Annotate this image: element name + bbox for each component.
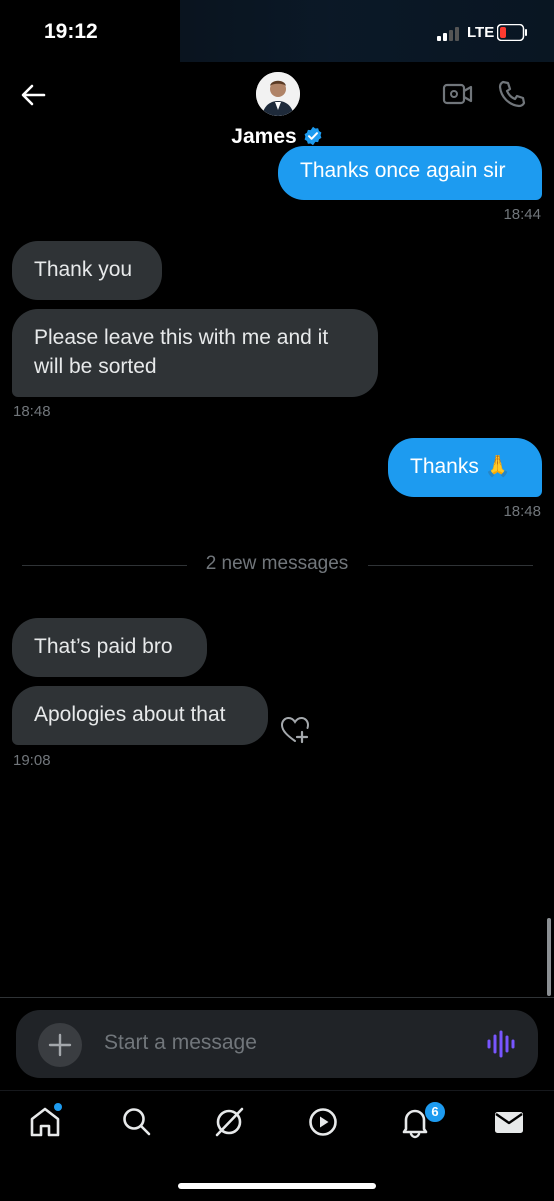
network-type: LTE xyxy=(467,24,495,41)
video-camera-icon[interactable] xyxy=(442,80,474,108)
video-play-icon[interactable] xyxy=(306,1105,340,1139)
phone-icon[interactable] xyxy=(496,78,528,110)
heart-plus-icon[interactable] xyxy=(280,716,310,744)
avatar[interactable] xyxy=(256,72,300,116)
message-bubble-incoming[interactable]: That’s paid bro xyxy=(12,618,207,677)
home-indicator[interactable] xyxy=(178,1183,376,1189)
audio-wave-icon[interactable] xyxy=(486,1030,516,1058)
search-icon[interactable] xyxy=(120,1105,154,1139)
new-messages-divider: 2 new messages xyxy=(205,553,349,574)
message-timestamp: 18:48 xyxy=(13,403,51,420)
scrollbar[interactable] xyxy=(547,918,551,996)
avatar-portrait-icon xyxy=(256,72,300,116)
battery-low-icon xyxy=(497,24,527,41)
plus-icon xyxy=(48,1033,72,1057)
status-bar: 19:12 LTE xyxy=(0,0,554,62)
composer-divider xyxy=(0,997,554,998)
message-timestamp: 18:48 xyxy=(503,503,541,520)
signal-strength-icon xyxy=(437,27,459,41)
add-media-button[interactable] xyxy=(38,1023,82,1067)
status-time: 19:12 xyxy=(44,20,98,43)
message-bubble-outgoing[interactable]: Thanks 🙏 xyxy=(388,438,542,497)
message-timestamp: 18:44 xyxy=(503,206,541,223)
message-bubble-incoming[interactable]: Thank you xyxy=(12,241,162,300)
grok-icon[interactable] xyxy=(212,1105,246,1139)
message-bubble-outgoing[interactable]: Thanks once again sir xyxy=(278,146,542,200)
contact-name: James xyxy=(231,125,297,148)
message-composer: Start a message xyxy=(16,1010,538,1078)
messages-envelope-icon[interactable] xyxy=(492,1105,526,1139)
back-arrow-icon[interactable] xyxy=(18,80,48,110)
message-timestamp: 19:08 xyxy=(13,752,51,769)
message-input[interactable]: Start a message xyxy=(104,1031,257,1055)
message-bubble-incoming[interactable]: Please leave this with me and it will be… xyxy=(12,309,378,397)
notifications-badge: 6 xyxy=(424,1101,446,1123)
home-unread-dot xyxy=(54,1103,62,1111)
verified-badge-icon xyxy=(304,126,322,146)
message-bubble-incoming[interactable]: Apologies about that xyxy=(12,686,268,745)
